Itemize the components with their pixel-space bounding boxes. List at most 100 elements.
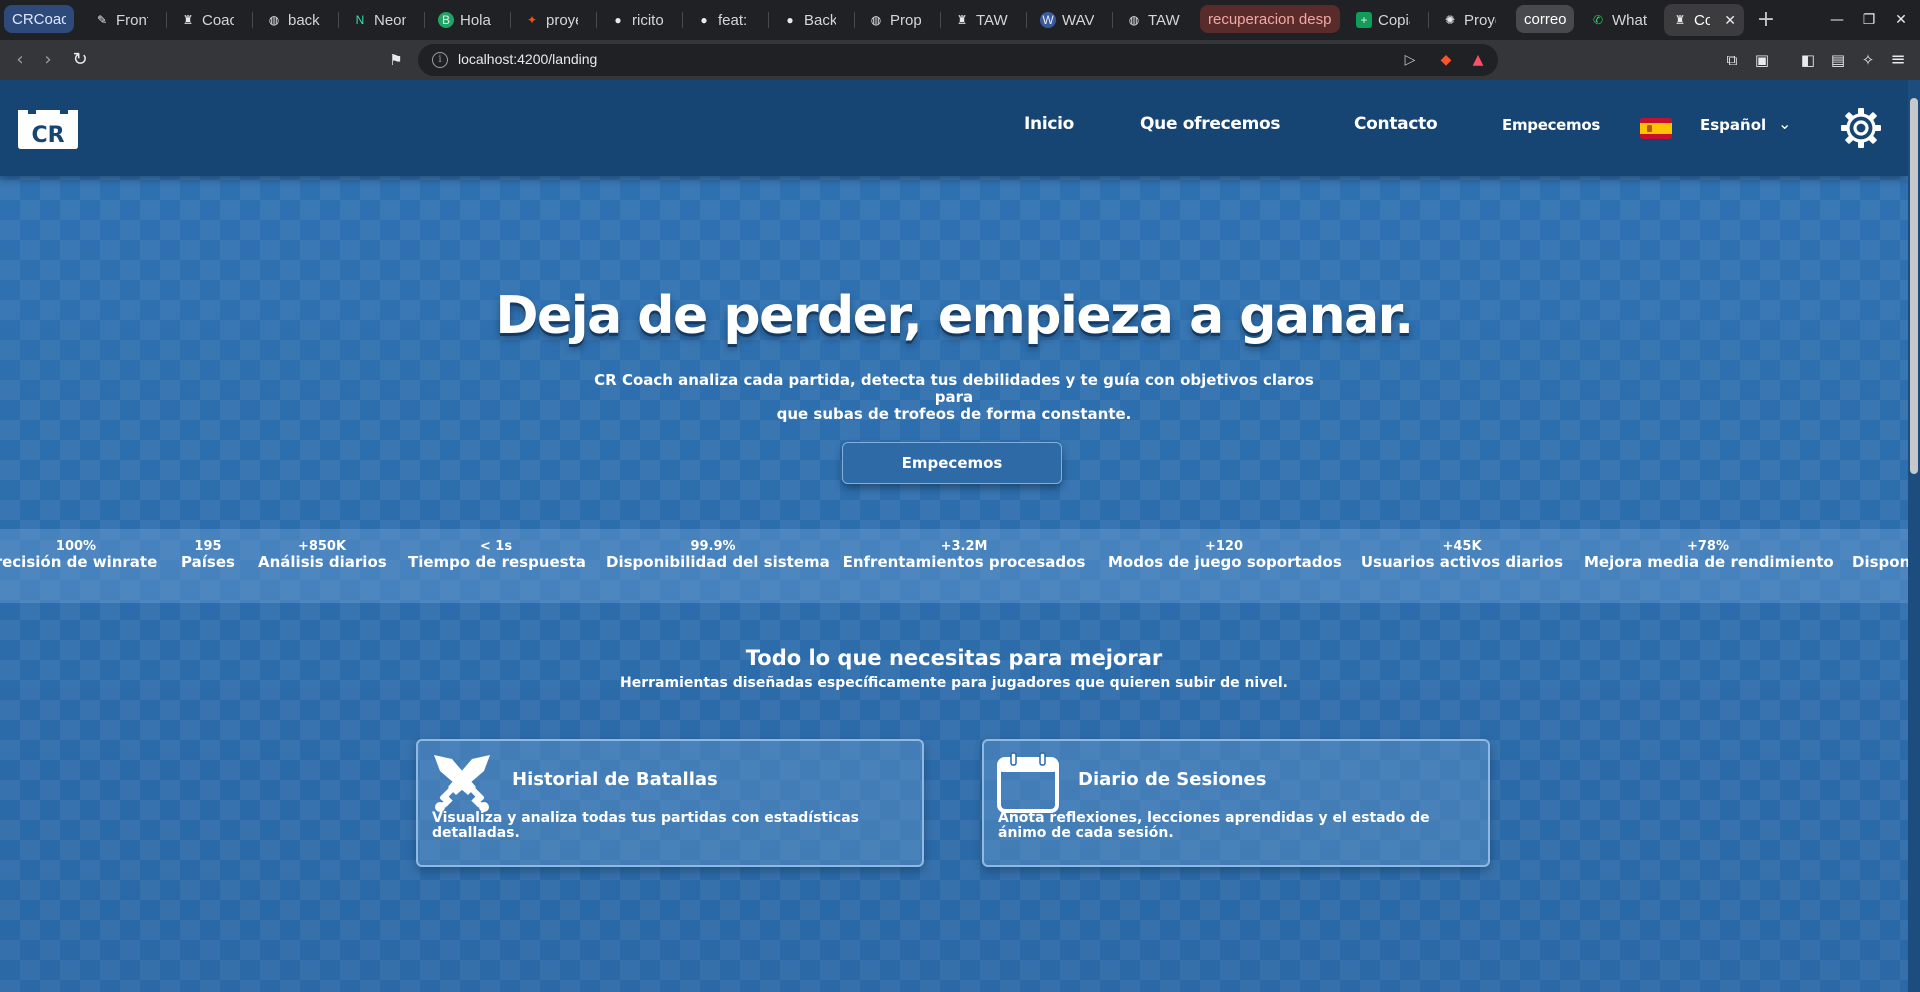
browser-tab[interactable]: + Copia — [1348, 4, 1418, 36]
tab-title: Backl — [804, 11, 836, 29]
info-icon[interactable]: i — [432, 52, 448, 68]
stat-value: +45K — [1442, 539, 1482, 554]
tab-title: WAVE — [1062, 11, 1094, 29]
address-bar[interactable]: i localhost:4200/landing ▷ ◆ ▲ — [418, 44, 1498, 76]
github-icon: ● — [614, 13, 622, 27]
screenshot-icon[interactable]: ▣ — [1750, 48, 1774, 72]
tab-title: backe — [288, 11, 320, 29]
tab-group-label: recuperacion desplie — [1208, 10, 1332, 28]
restore-icon[interactable]: ❐ — [1854, 8, 1884, 32]
brave-rewards-icon[interactable]: ▲ — [1468, 50, 1488, 70]
tab-group-label: CRCoach — [12, 10, 66, 28]
browser-tab[interactable]: ✆ What — [1582, 4, 1662, 36]
stat-item: < 1s Tiempo de respuesta — [408, 539, 586, 571]
stat-value: +850K — [297, 539, 347, 554]
stat-item: 100% recisión de winrate — [0, 540, 158, 571]
hero-title: Deja de perder, empieza a ganar. — [495, 286, 1414, 346]
back-icon[interactable]: ‹ — [8, 48, 32, 72]
forward-icon[interactable]: › — [36, 48, 60, 72]
wallet-icon[interactable]: ▤ — [1826, 48, 1850, 72]
stat-value: 99.9% — [690, 539, 736, 554]
send-icon[interactable]: ▷ — [1400, 50, 1420, 70]
minimize-icon[interactable]: — — [1822, 8, 1852, 32]
b-icon: B — [438, 12, 454, 28]
stat-value: 195 — [194, 539, 222, 554]
page-scrollbar[interactable] — [1908, 80, 1920, 992]
tab-title: Propu — [890, 11, 922, 29]
browser-tab[interactable]: ● ricito — [602, 4, 672, 36]
stat-label: Usuarios activos diarios — [1360, 553, 1564, 571]
neon-icon: N — [355, 13, 365, 27]
language-selector[interactable]: Español — [1700, 116, 1766, 134]
browser-tab[interactable]: ◍ Propu — [860, 4, 930, 36]
nav-inicio[interactable]: Inicio — [1024, 114, 1074, 134]
browser-tab[interactable]: ● Backl — [774, 4, 844, 36]
menu-icon[interactable]: ≡ — [1886, 48, 1910, 72]
extensions-icon[interactable]: ⧉ — [1720, 48, 1744, 72]
address-url[interactable]: localhost:4200/landing — [458, 51, 597, 67]
settings-gear-icon[interactable] — [1840, 107, 1882, 149]
feature-card-historial[interactable]: Historial de Batallas Visualiza y analiz… — [416, 739, 924, 867]
spain-flag-icon[interactable] — [1640, 118, 1672, 139]
globe-icon: ◍ — [1128, 13, 1140, 27]
nav-que-ofrecemos[interactable]: Que ofrecemos — [1140, 114, 1281, 134]
crcoach-logo[interactable]: CR — [16, 106, 80, 150]
tab-title: TAW — [1148, 11, 1180, 29]
brave-shields-icon[interactable]: ◆ — [1436, 50, 1456, 70]
card-description: Anota reflexiones, lecciones aprendidas … — [998, 810, 1430, 841]
browser-tab[interactable]: ● feat: — [688, 4, 758, 36]
browser-tab[interactable]: ✦ proye — [516, 4, 586, 36]
tab-separator — [424, 12, 425, 28]
tab-separator — [854, 12, 855, 28]
reload-icon[interactable]: ↻ — [68, 48, 92, 72]
tab-separator — [1026, 12, 1027, 28]
castle-icon: ♜ — [182, 13, 194, 27]
close-icon[interactable]: ✕ — [1724, 12, 1736, 29]
close-window-icon[interactable]: ✕ — [1886, 8, 1916, 32]
browser-tab[interactable]: B Hola, — [430, 4, 500, 36]
new-tab-button[interactable]: + — [1752, 6, 1780, 34]
browser-tab[interactable]: ✺ Proye — [1434, 4, 1504, 36]
hero-cta-button[interactable]: Empecemos — [842, 442, 1062, 484]
globe-icon: ◍ — [870, 13, 882, 27]
sheets-icon: + — [1356, 12, 1372, 28]
tab-separator — [338, 12, 339, 28]
whatsapp-icon: ✆ — [1592, 13, 1604, 27]
hero-subtitle-line: que subas de trofeos de forma constante. — [776, 405, 1132, 423]
nav-empecemos[interactable]: Empecemos — [1502, 116, 1600, 134]
bookmark-icon[interactable]: ⚑ — [384, 48, 408, 72]
chevron-down-icon[interactable]: ⌄ — [1778, 114, 1791, 133]
tab-group-crcoach[interactable]: CRCoach — [4, 5, 74, 33]
stat-item: Dispon — [1852, 540, 1908, 570]
hero-subtitle-line: CR Coach analiza cada partida, detecta t… — [594, 371, 1314, 406]
tab-title: Neon — [374, 11, 406, 29]
tab-title: proye — [546, 11, 578, 29]
nav-contacto[interactable]: Contacto — [1354, 114, 1438, 134]
browser-tab[interactable]: W WAVE — [1032, 4, 1102, 36]
browser-tab[interactable]: ✎ Front — [86, 4, 156, 36]
github-icon: ● — [700, 13, 708, 27]
stat-item: +78% Mejora media de rendimiento — [1584, 540, 1834, 571]
scrollbar-thumb[interactable] — [1910, 98, 1918, 474]
stat-item: 195 Países — [178, 539, 238, 571]
browser-tab[interactable]: ♜ TAW — [946, 4, 1016, 36]
tab-title: Copia — [1378, 11, 1410, 29]
stat-value — [1852, 540, 1908, 554]
stat-value: < 1s — [479, 539, 513, 554]
tab-separator — [768, 12, 769, 28]
leo-ai-icon[interactable]: ✧ — [1856, 48, 1880, 72]
tab-separator — [252, 12, 253, 28]
browser-tab[interactable]: ◍ TAW — [1118, 4, 1188, 36]
sidebar-icon[interactable]: ◧ — [1796, 48, 1820, 72]
github-icon: ● — [786, 13, 794, 27]
tab-group-recuperacion[interactable]: recuperacion desplie — [1200, 5, 1340, 33]
feature-card-diario[interactable]: Diario de Sesiones Anota reflexiones, le… — [982, 739, 1490, 867]
browser-tab[interactable]: N Neon — [344, 4, 414, 36]
browser-tab-active[interactable]: ♜ Co ✕ — [1664, 4, 1744, 36]
tab-group-correo[interactable]: correo — [1516, 5, 1574, 33]
tab-title: Front — [116, 11, 148, 29]
svg-text:CR: CR — [31, 123, 64, 148]
stat-item: 99.9% Disponibilidad del sistema — [606, 539, 830, 571]
browser-tab[interactable]: ◍ backe — [258, 4, 328, 36]
browser-tab[interactable]: ♜ Coach — [172, 4, 242, 36]
